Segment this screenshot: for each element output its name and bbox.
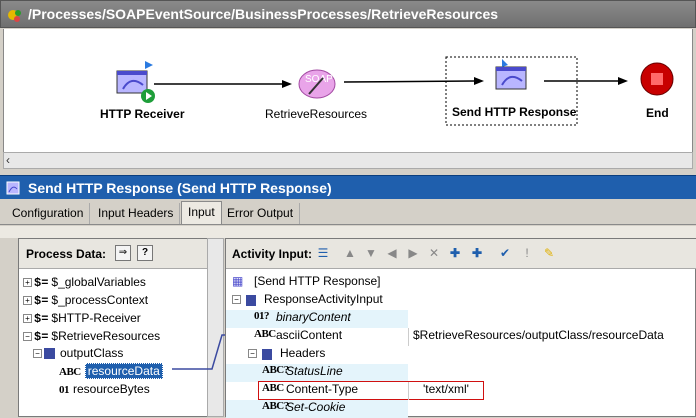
map-icon[interactable]: ⇒ [115,245,131,261]
input-row[interactable]: ABC Content-Type'text/xml' [226,381,696,400]
tab-bar: Configuration Input Headers Input Error … [0,199,696,225]
tree-item[interactable]: + $= $_globalVariables [23,275,146,293]
panel-title: Send HTTP Response (Send HTTP Response) [28,180,332,196]
process-icon [8,10,21,22]
value-cell: $RetrieveResources/outputClass/resourceD… [408,328,664,346]
move-left-icon[interactable]: ◀ [383,244,401,262]
help-icon[interactable]: ? [137,245,153,261]
node-send-http-response[interactable]: Send HTTP Response [448,57,578,125]
tree-item-selected[interactable]: ABC resourceData [59,363,163,382]
tab-content-bg [0,226,696,238]
input-row[interactable]: − ResponseActivityInput [226,292,696,310]
move-up-icon[interactable]: ▲ [341,244,359,262]
move-right-icon[interactable]: ▶ [404,244,422,262]
tab-configuration[interactable]: Configuration [6,203,91,224]
tree-item[interactable]: + $= $_processContext [23,293,148,311]
edit-icon[interactable]: ✎ [540,244,558,262]
value-cell: 'text/xml' [408,382,469,400]
http-receiver-icon [116,61,155,103]
tab-input[interactable]: Input [181,201,222,224]
tree-item[interactable]: + $= $HTTP-Receiver [23,311,141,329]
tree-item[interactable]: − $= $RetrieveResources [23,329,160,347]
activity-input-panel: Activity Input: ☰ ▲ ▼ ◀ ▶ ✕ ✚ ✚ ✔ ! ✎ ▦[… [225,238,696,418]
input-row[interactable]: ABC? StatusLine [226,364,696,382]
window-title: /Processes/SOAPEventSource/BusinessProce… [28,6,499,22]
mapping-line [172,334,230,370]
activity-icon: ▦ [232,274,244,288]
node-label: RetrieveResources [265,107,368,121]
class-icon [246,295,256,306]
warning-icon[interactable]: ! [518,244,536,262]
tab-error-output[interactable]: Error Output [221,203,301,224]
panel-header: Send HTTP Response (Send HTTP Response) [0,175,696,199]
input-row[interactable]: ABC asciiContent $RetrieveResources/output… [226,328,696,346]
class-icon [44,348,55,360]
send-http-response-icon [495,59,527,90]
process-data-title: Process Data: [26,247,107,261]
validate-icon[interactable]: ✔ [496,244,514,262]
scroll-left-icon[interactable]: ‹ [6,153,10,167]
process-canvas[interactable]: HTTP Receiver SOAP RetrieveResources Sen… [3,29,693,169]
input-row[interactable]: 01? binaryContent [226,310,696,328]
process-data-header: Process Data: ⇒ ? [19,239,223,269]
add-child-icon[interactable]: ✚ [468,244,486,262]
node-label: Send HTTP Response [452,105,577,119]
tree-item[interactable]: 01 resourceBytes [59,382,150,400]
activity-input-title: Activity Input: [232,247,312,261]
tab-input-headers[interactable]: Input Headers [92,203,181,224]
activity-icon [6,181,20,195]
input-row[interactable]: ABC? Set-Cookie [226,400,696,418]
tree-item[interactable]: − outputClass [33,346,123,364]
node-label: HTTP Receiver [100,107,185,121]
end-icon [640,62,674,96]
node-retrieve-resources[interactable]: SOAP RetrieveResources [259,61,379,131]
node-http-receiver[interactable]: HTTP Receiver [94,59,185,129]
window-titlebar: /Processes/SOAPEventSource/BusinessProce… [0,0,696,28]
input-row[interactable]: ▦ [Send HTTP Response] [226,274,696,292]
move-down-icon[interactable]: ▼ [362,244,380,262]
canvas-horizontal-scrollbar[interactable]: ‹ [3,152,693,169]
activity-input-header: Activity Input: ☰ ▲ ▼ ◀ ▶ ✕ ✚ ✚ ✔ ! ✎ [226,239,696,269]
input-row[interactable]: − Headers [226,346,696,364]
node-label: End [646,106,669,120]
node-end[interactable]: End [634,61,684,131]
show-schema-icon[interactable]: ☰ [314,244,332,262]
delete-icon[interactable]: ✕ [425,244,443,262]
soap-icon: SOAP [298,69,336,99]
class-icon [262,349,272,360]
add-icon[interactable]: ✚ [446,244,464,262]
